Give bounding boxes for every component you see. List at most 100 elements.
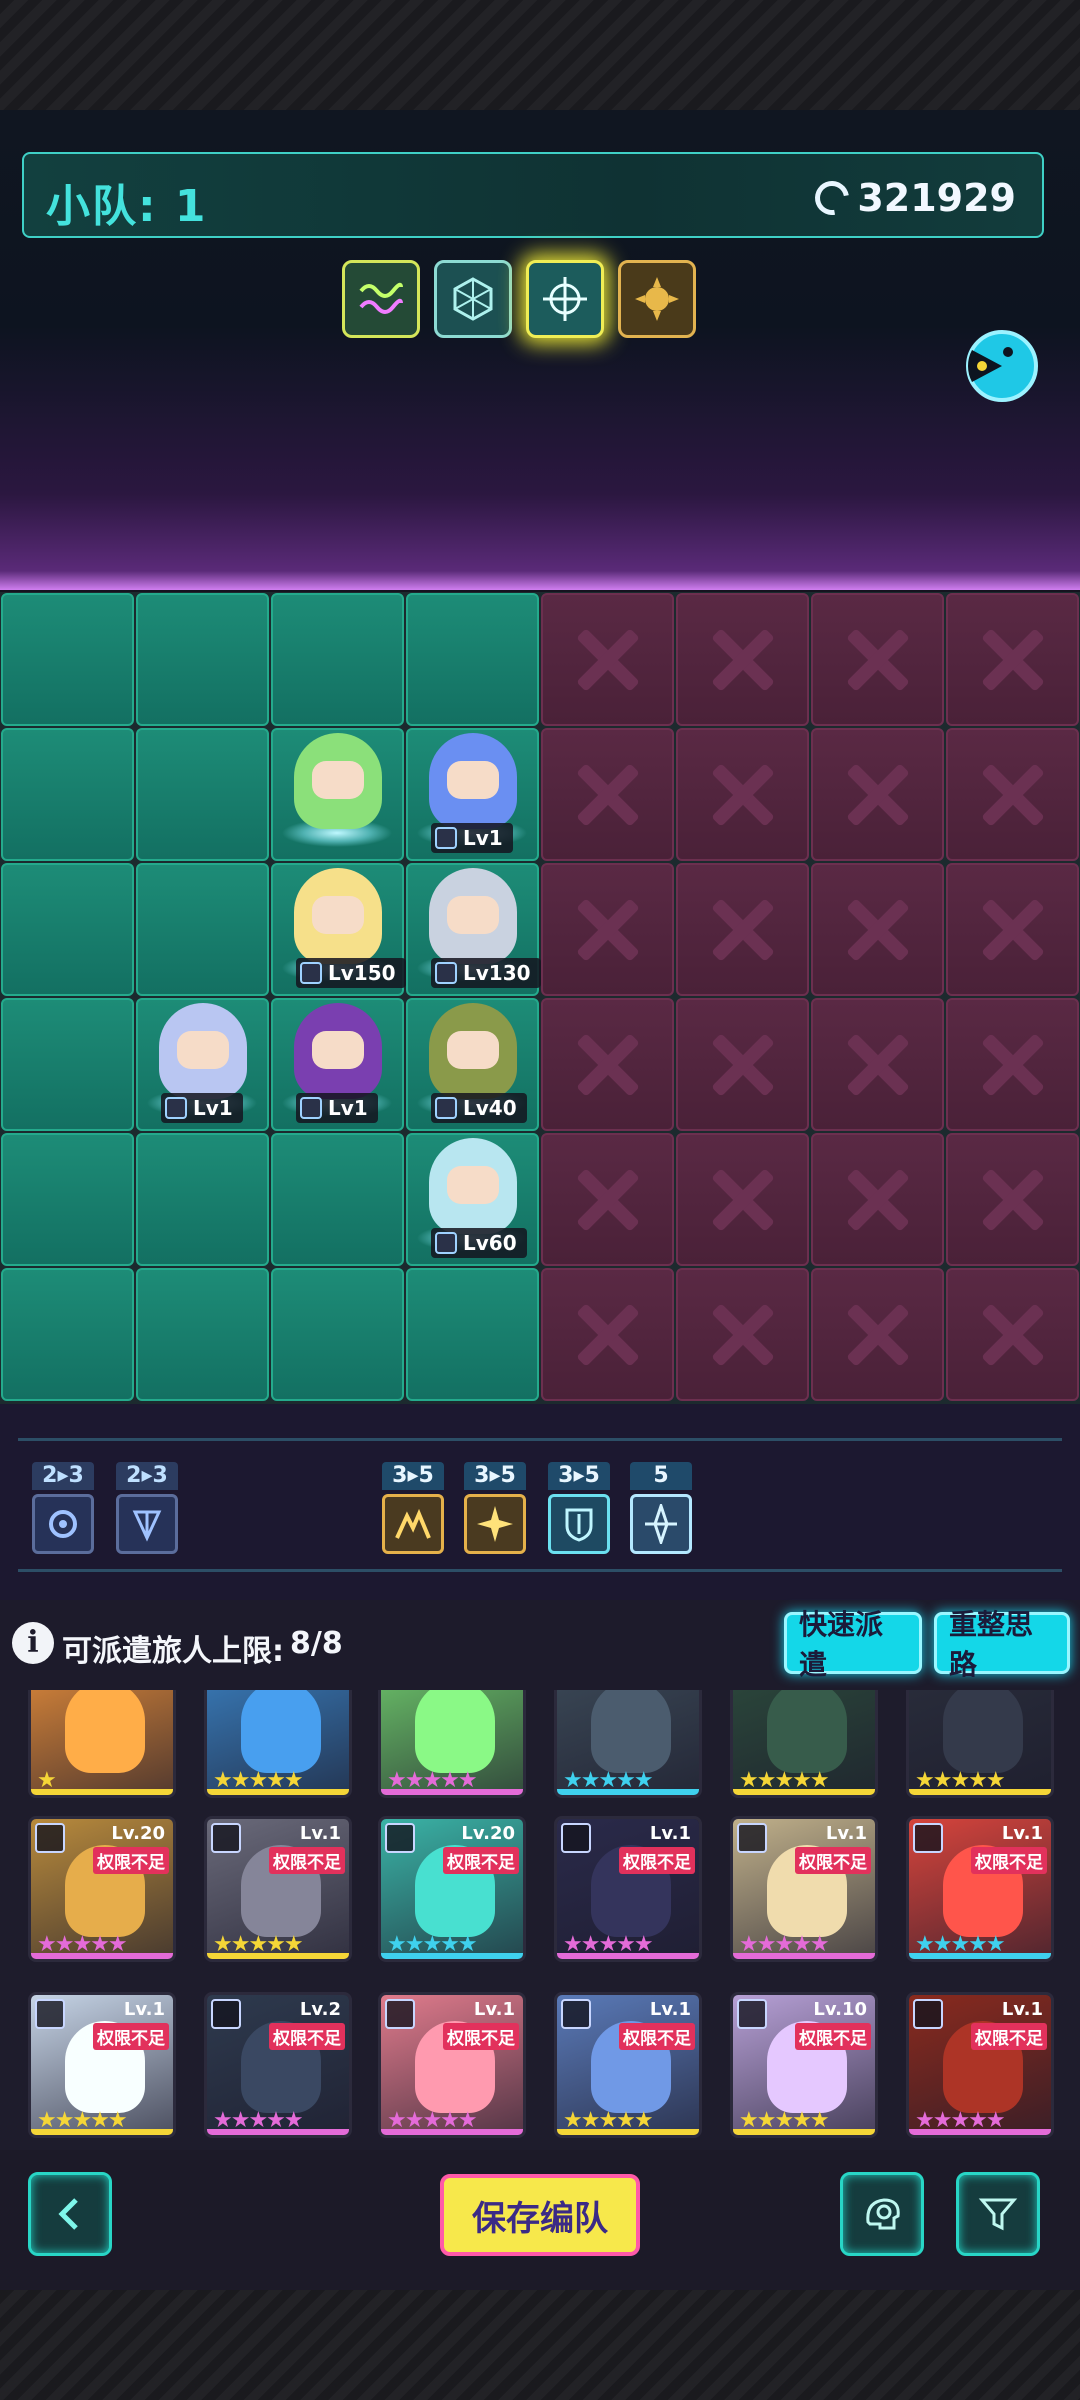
locked-tile [541, 1133, 674, 1266]
character-card[interactable]: Lv.1 权限不足 ★★★★★ [204, 1816, 352, 1962]
unit-level-tag: Lv1 [296, 1093, 378, 1123]
trait-shard[interactable]: 2▸3 [116, 1462, 178, 1554]
unit-level: Lv1 [193, 1096, 233, 1120]
character-portrait [943, 1690, 1023, 1773]
insufficient-permission-badge: 权限不足 [269, 1847, 345, 1874]
mountain-icon [395, 1508, 431, 1539]
unit-ghost[interactable]: Lv60 [407, 1134, 537, 1264]
trait-compass[interactable]: 5 [630, 1462, 692, 1554]
player-tile[interactable] [406, 593, 539, 726]
player-tile[interactable] [136, 728, 269, 861]
player-tile[interactable] [1, 998, 134, 1131]
trait-count: 3▸5 [548, 1462, 610, 1490]
unit-soldier[interactable]: Lv40 [407, 999, 537, 1129]
insufficient-permission-badge: 权限不足 [971, 1847, 1047, 1874]
rarity-line [909, 1953, 1051, 1959]
rethink-button[interactable]: 重整思路 [934, 1608, 1070, 1681]
character-card[interactable]: ★★★★★ [204, 1690, 352, 1798]
player-tile[interactable] [1, 1133, 134, 1266]
character-portrait [65, 1690, 145, 1773]
character-card[interactable]: Lv.1 权限不足 ★★★★★ [906, 1816, 1054, 1962]
unit-blonde-girl[interactable]: Lv150 [272, 864, 406, 994]
class-icon [300, 1097, 322, 1119]
character-roster[interactable]: ★ ★★★★★ ★★★★★ ★★★★★ ★★★★★ ★★★★★ Lv.20 权限不足 ★★★★★… [0, 1690, 1080, 2150]
unit-face [447, 1031, 499, 1069]
character-card[interactable]: ★ [28, 1690, 176, 1798]
unit-purple-cat[interactable]: Lv1 [272, 999, 402, 1129]
rarity-line [31, 1789, 173, 1795]
locked-tile [811, 998, 944, 1131]
character-card[interactable]: Lv.2 权限不足 ★★★★★ [204, 1992, 352, 2138]
unit-goggles-boy[interactable]: Lv130 [407, 864, 541, 994]
trait-mountain[interactable]: 3▸5 [382, 1462, 444, 1554]
power-icon [808, 174, 857, 222]
player-tile[interactable] [271, 1268, 404, 1401]
trait-shield[interactable]: 3▸5 [548, 1462, 610, 1554]
pacman-button-icon[interactable] [964, 328, 1040, 404]
class-icon [211, 1823, 241, 1853]
character-card[interactable]: Lv.1 权限不足 ★★★★★ [554, 1816, 702, 1962]
card-level: Lv.1 [123, 1999, 165, 2020]
formation-crosshair-button[interactable] [526, 260, 604, 338]
trait-panel: 2▸3 2▸3 3▸5 3▸5 3▸5 5 [0, 1404, 1080, 1600]
formation-wave-button[interactable] [342, 260, 420, 338]
character-card[interactable]: Lv.20 权限不足 ★★★★★ [28, 1816, 176, 1962]
filter-button[interactable] [956, 2172, 1040, 2256]
unit-fox-girl[interactable]: Lv1 [137, 999, 267, 1129]
class-icon [35, 1999, 65, 2029]
card-level: Lv.1 [825, 1823, 867, 1844]
class-icon [300, 962, 322, 984]
character-card[interactable]: Lv.1 权限不足 ★★★★★ [378, 1992, 526, 2138]
character-card[interactable]: ★★★★★ [554, 1690, 702, 1798]
character-card[interactable]: Lv.10 权限不足 ★★★★★ [730, 1992, 878, 2138]
character-card[interactable]: Lv.20 权限不足 ★★★★★ [378, 1816, 526, 1962]
character-card[interactable]: ★★★★★ [378, 1690, 526, 1798]
locked-tile [811, 728, 944, 861]
class-icon [385, 1823, 415, 1853]
unit-hooded-blue[interactable]: Lv1 [407, 729, 537, 859]
rarity-line [909, 2129, 1051, 2135]
character-card[interactable]: Lv.1 权限不足 ★★★★★ [554, 1992, 702, 2138]
brain-button[interactable] [840, 2172, 924, 2256]
player-tile[interactable] [136, 1133, 269, 1266]
unit-green-haired[interactable] [272, 729, 402, 859]
quick-deploy-button[interactable]: 快速派遣 [784, 1608, 922, 1681]
rarity-line [381, 1953, 523, 1959]
character-card[interactable]: Lv.1 权限不足 ★★★★★ [28, 1992, 176, 2138]
back-button[interactable] [28, 2172, 112, 2256]
locked-tile [676, 1268, 809, 1401]
trait-swirl[interactable]: 2▸3 [32, 1462, 94, 1554]
player-tile[interactable] [1, 593, 134, 726]
formation-gear-button[interactable] [618, 260, 696, 338]
character-card[interactable]: Lv.1 权限不足 ★★★★★ [730, 1816, 878, 1962]
trait-icon-frame [382, 1494, 444, 1554]
player-tile[interactable] [136, 593, 269, 726]
player-tile[interactable] [136, 1268, 269, 1401]
card-level: Lv.10 [813, 1999, 867, 2020]
crosshair-icon [543, 277, 587, 321]
web-icon [453, 277, 493, 321]
trait-star-burst[interactable]: 3▸5 [464, 1462, 526, 1554]
locked-tile [946, 728, 1079, 861]
rarity-line [557, 1953, 699, 1959]
unit-face [447, 1166, 499, 1204]
character-card[interactable]: ★★★★★ [730, 1690, 878, 1798]
character-card[interactable]: Lv.1 权限不足 ★★★★★ [906, 1992, 1054, 2138]
player-tile[interactable] [271, 1133, 404, 1266]
save-formation-button[interactable]: 保存编队 [440, 2174, 640, 2256]
locked-tile [541, 998, 674, 1131]
info-icon[interactable]: i [12, 1622, 54, 1664]
squad-header: 小队: 1 321929 [22, 152, 1044, 238]
player-tile[interactable] [271, 593, 404, 726]
character-card[interactable]: ★★★★★ [906, 1690, 1054, 1798]
rarity-line [207, 1789, 349, 1795]
locked-tile [946, 998, 1079, 1131]
player-tile[interactable] [136, 863, 269, 996]
unit-level-tag: Lv40 [431, 1093, 527, 1123]
formation-web-button[interactable] [434, 260, 512, 338]
class-icon [913, 1823, 943, 1853]
player-tile[interactable] [1, 863, 134, 996]
player-tile[interactable] [1, 728, 134, 861]
player-tile[interactable] [406, 1268, 539, 1401]
player-tile[interactable] [1, 1268, 134, 1401]
